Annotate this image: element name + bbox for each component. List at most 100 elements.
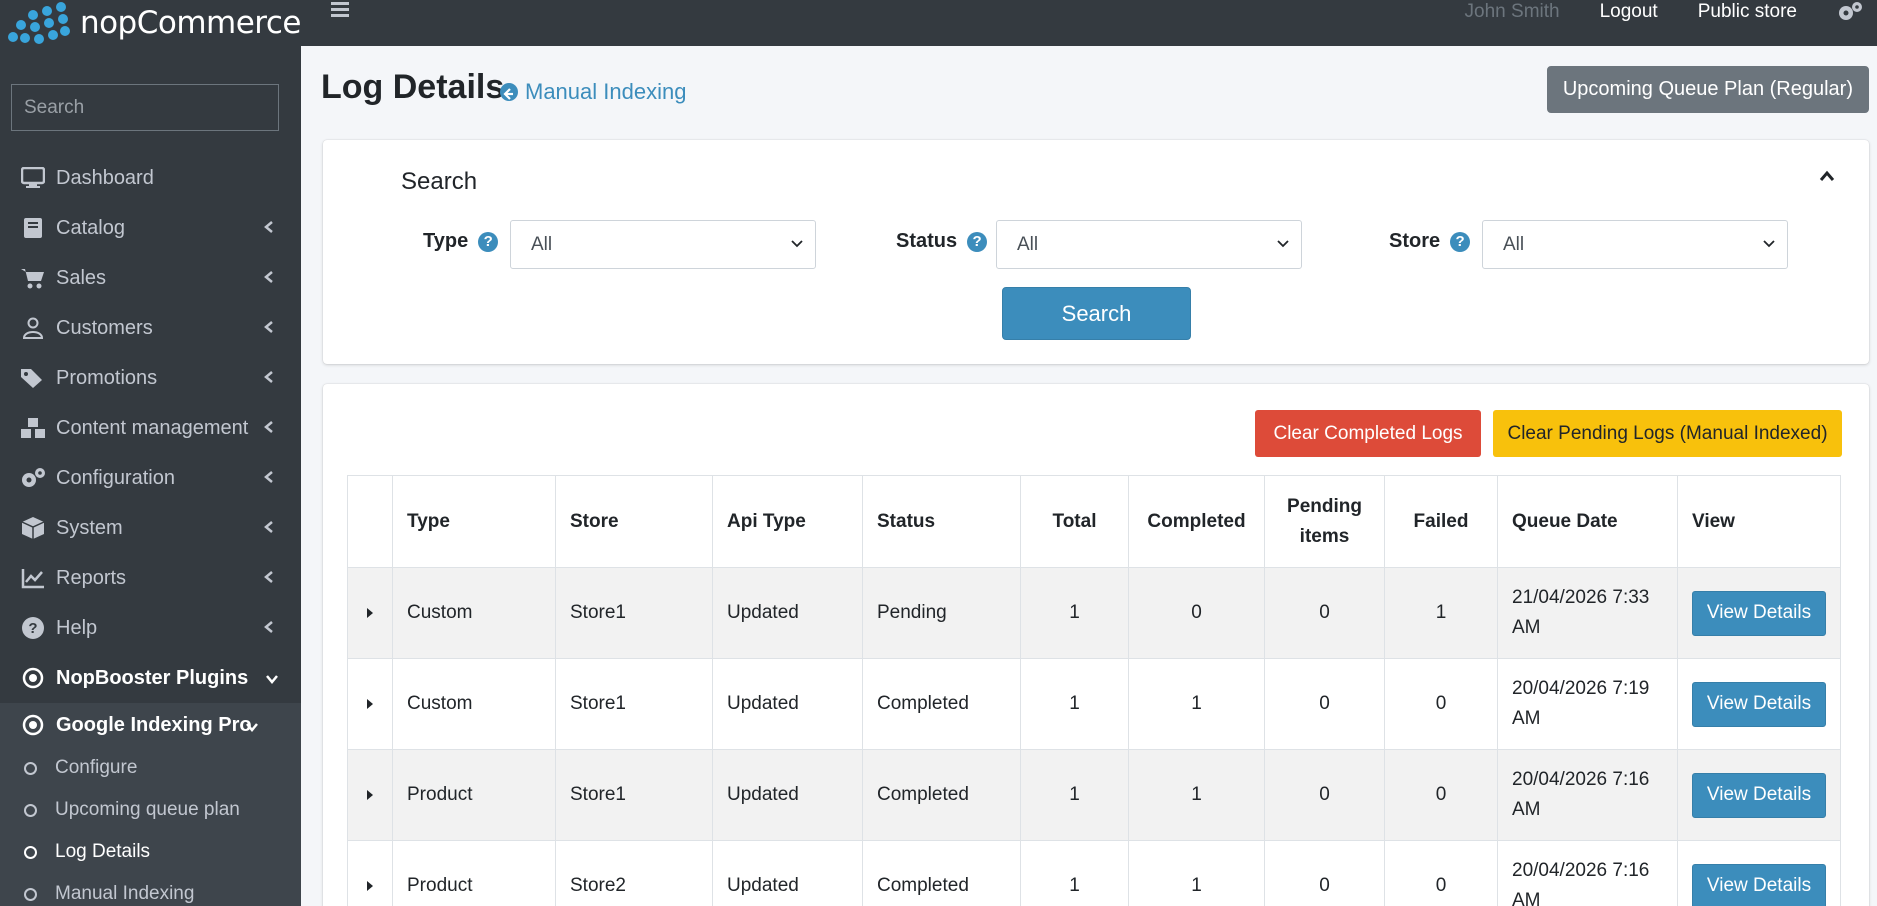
sidebar-subgroup: Google Indexing Pro Configure Upcoming q… bbox=[0, 703, 301, 906]
monitor-icon bbox=[20, 165, 46, 191]
column-header-status[interactable]: Status bbox=[862, 475, 1021, 568]
store-select-value: All bbox=[1503, 233, 1525, 255]
back-link-label: Manual Indexing bbox=[525, 79, 687, 104]
date-line: AM bbox=[1512, 708, 1541, 729]
search-panel-title: Search bbox=[401, 168, 478, 195]
date-line: 21/04/2026 7:33 bbox=[1512, 587, 1650, 608]
row-expander[interactable] bbox=[347, 567, 393, 659]
sidebar-subitem-upcoming-queue-plan[interactable]: Upcoming queue plan bbox=[0, 789, 301, 831]
view-details-button[interactable]: View Details bbox=[1692, 590, 1826, 636]
gears-icon bbox=[20, 465, 46, 491]
cell-pending: 0 bbox=[1264, 840, 1385, 906]
gears-icon[interactable] bbox=[1837, 1, 1863, 23]
column-header-queue-date[interactable]: Queue Date bbox=[1497, 475, 1678, 568]
circle-icon bbox=[24, 761, 37, 775]
question-circle-icon[interactable]: ? bbox=[967, 231, 988, 252]
cell-api-type: Updated bbox=[712, 658, 863, 750]
brand[interactable]: nopCommerce bbox=[0, 0, 302, 46]
row-expander[interactable] bbox=[347, 749, 393, 841]
cell-view: View Details bbox=[1677, 840, 1841, 906]
cell-failed: 0 bbox=[1384, 840, 1498, 906]
sidebar-subitem-label: Upcoming queue plan bbox=[55, 799, 240, 820]
table-header-row: Type Store Api Type Status Total Complet… bbox=[347, 475, 1841, 568]
sidebar-item-nopbooster-plugins[interactable]: NopBooster Plugins bbox=[0, 653, 301, 703]
sidebar-item-content-management[interactable]: Content management bbox=[0, 403, 301, 453]
column-header-type[interactable]: Type bbox=[392, 475, 556, 568]
dot-circle-icon bbox=[20, 712, 46, 738]
caret-right-icon bbox=[367, 608, 373, 618]
sidebar-item-promotions[interactable]: Promotions bbox=[0, 353, 301, 403]
sidebar-item-catalog[interactable]: Catalog bbox=[0, 203, 301, 253]
column-header-completed[interactable]: Completed bbox=[1128, 475, 1265, 568]
cell-completed: 1 bbox=[1128, 658, 1265, 750]
cell-api-type: Updated bbox=[712, 840, 863, 906]
circle-icon bbox=[24, 845, 37, 859]
log-table: Type Store Api Type Status Total Complet… bbox=[347, 475, 1841, 906]
date-line: AM bbox=[1512, 890, 1541, 906]
sidebar-item-customers[interactable]: Customers bbox=[0, 303, 301, 353]
cell-store: Store1 bbox=[555, 658, 713, 750]
chevron-up-icon[interactable] bbox=[1819, 170, 1835, 182]
sidebar-item-help[interactable]: ? Help bbox=[0, 603, 301, 653]
search-button[interactable]: Search bbox=[1002, 287, 1191, 340]
chevron-left-icon bbox=[264, 621, 273, 633]
arrow-circle-left-icon bbox=[500, 83, 518, 101]
cubes-icon bbox=[20, 415, 46, 441]
clear-pending-logs-button[interactable]: Clear Pending Logs (Manual Indexed) bbox=[1493, 410, 1842, 457]
type-select[interactable]: All bbox=[510, 220, 816, 269]
store-label-text: Store bbox=[1389, 230, 1441, 252]
cell-api-type: Updated bbox=[712, 749, 863, 841]
chevron-left-icon bbox=[264, 321, 273, 333]
cell-view: View Details bbox=[1677, 567, 1841, 659]
cell-queue-date: 20/04/2026 7:19 AM bbox=[1497, 658, 1678, 750]
clear-completed-logs-button[interactable]: Clear Completed Logs bbox=[1255, 410, 1481, 457]
sidebar-subitem-manual-indexing[interactable]: Manual Indexing bbox=[0, 873, 301, 906]
question-circle-icon[interactable]: ? bbox=[1450, 231, 1471, 252]
cell-status: Completed bbox=[862, 658, 1021, 750]
row-expander[interactable] bbox=[347, 658, 393, 750]
chevron-down-icon bbox=[266, 675, 278, 684]
view-details-button[interactable]: View Details bbox=[1692, 772, 1826, 818]
back-link[interactable]: Manual Indexing bbox=[500, 79, 686, 105]
sidebar-item-dashboard[interactable]: Dashboard bbox=[0, 153, 301, 203]
store-select[interactable]: All bbox=[1482, 220, 1788, 269]
sidebar-item-system[interactable]: System bbox=[0, 503, 301, 553]
column-header-pending-items[interactable]: Pending items bbox=[1264, 475, 1385, 568]
view-details-button[interactable]: View Details bbox=[1692, 863, 1826, 906]
view-details-button[interactable]: View Details bbox=[1692, 681, 1826, 727]
column-header-total[interactable]: Total bbox=[1020, 475, 1129, 568]
sidebar-subitem-label: Manual Indexing bbox=[55, 883, 195, 904]
status-select[interactable]: All bbox=[996, 220, 1302, 269]
upcoming-queue-plan-button[interactable]: Upcoming Queue Plan (Regular) bbox=[1546, 66, 1869, 113]
sidebar-search-input[interactable] bbox=[24, 96, 269, 119]
sidebar-item-label: Promotions bbox=[56, 366, 158, 389]
sidebar-subitem-log-details[interactable]: Log Details bbox=[0, 831, 301, 873]
status-select-value: All bbox=[1017, 233, 1039, 255]
type-filter-label: Type ? bbox=[423, 230, 499, 253]
sidebar-item-reports[interactable]: Reports bbox=[0, 553, 301, 603]
sidebar-item-google-indexing-pro[interactable]: Google Indexing Pro bbox=[0, 703, 301, 747]
sidebar-item-configuration[interactable]: Configuration bbox=[0, 453, 301, 503]
cell-completed: 1 bbox=[1128, 749, 1265, 841]
menu-toggle-icon[interactable] bbox=[331, 0, 349, 20]
caret-right-icon bbox=[367, 699, 373, 709]
question-circle-icon[interactable]: ? bbox=[478, 231, 499, 252]
column-header-store[interactable]: Store bbox=[555, 475, 713, 568]
public-store-link[interactable]: Public store bbox=[1698, 1, 1797, 23]
column-header-failed[interactable]: Failed bbox=[1384, 475, 1498, 568]
sidebar-subitem-configure[interactable]: Configure bbox=[0, 747, 301, 789]
circle-icon bbox=[24, 887, 37, 901]
cell-failed: 1 bbox=[1384, 567, 1498, 659]
caret-right-icon bbox=[367, 790, 373, 800]
sidebar-item-sales[interactable]: Sales bbox=[0, 253, 301, 303]
svg-text:?: ? bbox=[28, 620, 37, 637]
sidebar-item-label: Dashboard bbox=[56, 166, 154, 189]
row-expander[interactable] bbox=[347, 840, 393, 906]
cell-completed: 1 bbox=[1128, 840, 1265, 906]
date-line: 20/04/2026 7:19 bbox=[1512, 678, 1650, 699]
circle-icon bbox=[24, 803, 37, 817]
logout-link[interactable]: Logout bbox=[1600, 1, 1658, 23]
cell-completed: 0 bbox=[1128, 567, 1265, 659]
topbar: John Smith Logout Public store bbox=[301, 0, 1877, 46]
column-header-api-type[interactable]: Api Type bbox=[712, 475, 863, 568]
